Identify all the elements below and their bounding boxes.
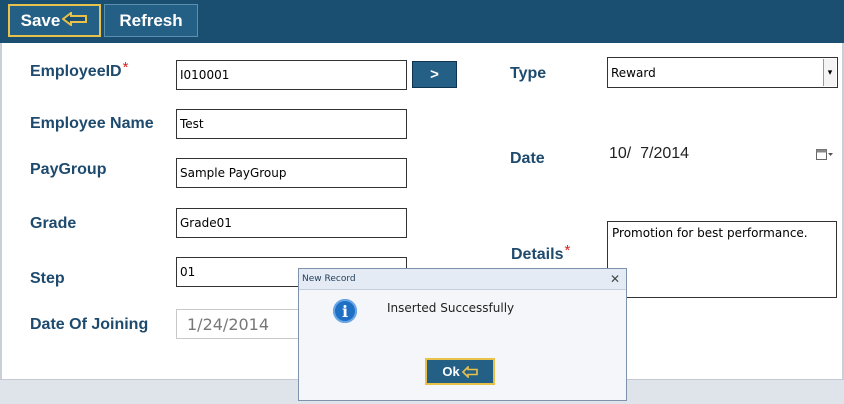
type-label: Type — [510, 65, 547, 82]
grade-value: Grade01 — [180, 216, 232, 230]
type-selected-value: Reward — [611, 65, 656, 80]
calendar-icon[interactable] — [816, 148, 834, 160]
ok-button[interactable]: Ok — [425, 358, 495, 385]
step-label: Step — [30, 270, 65, 287]
employee-id-field[interactable]: I010001 — [176, 60, 407, 90]
required-marker: * — [122, 59, 129, 76]
grade-label: Grade — [30, 215, 77, 232]
refresh-button[interactable]: Refresh — [104, 4, 198, 37]
save-button[interactable]: Save — [8, 4, 101, 37]
close-icon[interactable]: ✕ — [610, 272, 620, 286]
employee-name-label: Employee Name — [30, 115, 154, 132]
date-of-joining-value: 1/24/2014 — [187, 314, 270, 334]
chevron-down-icon[interactable]: ▾ — [823, 59, 836, 86]
details-label: Details* — [511, 242, 570, 264]
type-dropdown[interactable]: Reward ▾ — [607, 57, 838, 88]
dialog-message: Inserted Successfully — [387, 301, 515, 315]
employee-lookup-button[interactable]: > — [412, 61, 457, 88]
step-value: 01 — [180, 265, 196, 279]
details-textarea[interactable]: Promotion for best performance. — [607, 221, 837, 298]
paygroup-field[interactable]: Sample PayGroup — [176, 158, 407, 188]
employee-name-value: Test — [180, 117, 204, 131]
refresh-button-label: Refresh — [119, 10, 183, 30]
save-button-label: Save — [20, 10, 61, 30]
details-value: Promotion for best performance. — [612, 226, 808, 240]
paygroup-label: PayGroup — [30, 161, 107, 178]
employee-name-field[interactable]: Test — [176, 109, 407, 139]
employee-id-label-text: EmployeeID — [30, 63, 122, 80]
required-marker: * — [564, 242, 571, 259]
paygroup-value: Sample PayGroup — [180, 166, 287, 180]
pointing-hand-icon — [61, 10, 88, 31]
ok-button-label: Ok — [442, 364, 460, 379]
date-label: Date — [510, 150, 545, 167]
details-label-text: Details — [511, 246, 564, 263]
date-value: 10/ 7/2014 — [609, 145, 690, 162]
toolbar: Save Refresh — [0, 0, 844, 43]
dialog-title-bar: New Record ✕ — [299, 269, 626, 290]
dialog-title: New Record — [302, 274, 356, 284]
employee-id-value: I010001 — [180, 68, 230, 82]
info-icon: i — [333, 299, 357, 323]
employee-id-label: EmployeeID* — [30, 59, 128, 81]
date-picker[interactable]: 10/ 7/2014 — [607, 139, 838, 169]
employee-lookup-label: > — [430, 66, 439, 83]
date-of-joining-label: Date Of Joining — [30, 316, 149, 333]
new-record-dialog: New Record ✕ i Inserted Successfully Ok — [298, 268, 627, 401]
pointing-hand-icon — [461, 365, 478, 378]
grade-field[interactable]: Grade01 — [176, 208, 407, 238]
